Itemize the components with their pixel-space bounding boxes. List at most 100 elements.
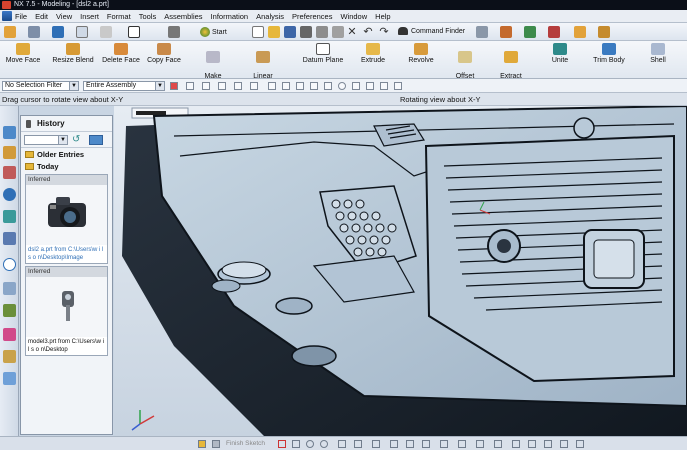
undo-icon[interactable]: ↶ <box>362 26 374 38</box>
history-group-older[interactable]: Older Entries <box>21 148 112 160</box>
delete-face-button[interactable]: Delete Face <box>100 43 142 65</box>
point-on-face-icon[interactable] <box>394 82 402 90</box>
part-icon[interactable] <box>548 26 560 38</box>
move-face-button[interactable]: Move Face <box>4 43 42 65</box>
menu-help[interactable]: Help <box>375 12 390 21</box>
trim-body-button[interactable]: Trim Body <box>590 43 628 65</box>
extrude-button[interactable]: Extrude <box>356 43 390 65</box>
rectangle-icon[interactable] <box>372 440 380 448</box>
display-icon[interactable] <box>168 26 180 38</box>
part-navigator-icon[interactable] <box>3 166 16 179</box>
arc-icon[interactable] <box>306 440 314 448</box>
delete-icon[interactable]: ✕ <box>346 26 358 38</box>
component-icon[interactable] <box>218 82 226 90</box>
copy-icon[interactable] <box>316 26 328 38</box>
mirror-curve-icon[interactable] <box>512 440 520 448</box>
ellipse-icon[interactable] <box>422 440 430 448</box>
point-icon[interactable] <box>268 82 276 90</box>
selection-scope-dropdown[interactable]: Entire Assembly ▼ <box>83 81 165 91</box>
menu-tools[interactable]: Tools <box>139 12 157 21</box>
cut-icon[interactable] <box>300 26 312 38</box>
refresh-icon[interactable]: ↺ <box>72 135 84 145</box>
constraint-navigator-icon[interactable] <box>3 146 16 159</box>
body-icon[interactable] <box>234 82 242 90</box>
fillet-icon[interactable] <box>338 440 346 448</box>
drafting-icon[interactable] <box>598 26 610 38</box>
datum-plane-button[interactable]: Datum Plane <box>300 43 346 65</box>
arc-center-icon[interactable] <box>338 82 346 90</box>
sketch-icon[interactable] <box>198 440 206 448</box>
menu-assemblies[interactable]: Assemblies <box>164 12 202 21</box>
system-scenes-icon[interactable] <box>3 372 16 385</box>
point-on-curve-icon[interactable] <box>380 82 388 90</box>
line-icon[interactable] <box>292 440 300 448</box>
system-materials-icon[interactable] <box>3 282 16 295</box>
web-browser-icon[interactable] <box>3 232 16 245</box>
unite-button[interactable]: Unite <box>546 43 574 65</box>
profile-icon[interactable] <box>278 440 286 448</box>
role-icon[interactable] <box>500 26 512 38</box>
offset-curve-icon[interactable] <box>440 440 448 448</box>
hd3d-tools-icon[interactable] <box>3 210 16 223</box>
shape-icon[interactable] <box>28 26 40 38</box>
redo-icon[interactable]: ↷ <box>378 26 390 38</box>
existing-point-icon[interactable] <box>366 82 374 90</box>
chamfer-icon[interactable] <box>354 440 362 448</box>
revolve-button[interactable]: Revolve <box>404 43 438 65</box>
select-icon[interactable] <box>476 26 488 38</box>
folder-icon[interactable] <box>574 26 586 38</box>
history-entry[interactable]: Inferred dsl2 a.prt from C:\Users\w i l … <box>25 174 108 264</box>
sketch-settings-icon[interactable] <box>560 440 568 448</box>
manufacturing-wizards-icon[interactable] <box>3 328 16 341</box>
command-finder-button[interactable]: Command Finder <box>398 27 465 35</box>
history-filter-dropdown[interactable]: ▼ <box>24 135 68 145</box>
circle-icon[interactable] <box>320 440 328 448</box>
menu-information[interactable]: Information <box>211 12 249 21</box>
polygon-icon[interactable] <box>390 440 398 448</box>
view-mode-icon[interactable] <box>89 135 103 145</box>
history-icon[interactable] <box>3 258 16 271</box>
layer-icon[interactable] <box>128 26 140 38</box>
save-icon[interactable] <box>284 26 296 38</box>
render-icon[interactable] <box>100 26 112 38</box>
menu-preferences[interactable]: Preferences <box>292 12 332 21</box>
filter-icon[interactable] <box>186 82 194 90</box>
menu-insert[interactable]: Insert <box>80 12 99 21</box>
start-button[interactable]: Start <box>200 27 227 37</box>
quick-trim-icon[interactable] <box>458 440 466 448</box>
shell-button[interactable]: Shell <box>644 43 672 65</box>
endpoint-icon[interactable] <box>282 82 290 90</box>
pick-icon[interactable] <box>202 82 210 90</box>
make-corner-icon[interactable] <box>494 440 502 448</box>
selection-filter-dropdown[interactable]: No Selection Filter ▼ <box>2 81 79 91</box>
studio-spline-icon[interactable] <box>406 440 414 448</box>
menu-edit[interactable]: Edit <box>35 12 48 21</box>
finish-sketch-icon[interactable] <box>212 440 220 448</box>
history-entry[interactable]: Inferred model3.prt from C:\Users\w i l … <box>25 266 108 356</box>
view-icon[interactable] <box>76 26 88 38</box>
resize-blend-button[interactable]: Resize Blend <box>50 43 96 65</box>
tree-icon[interactable] <box>524 26 536 38</box>
midpoint-icon[interactable] <box>296 82 304 90</box>
menu-format[interactable]: Format <box>107 12 131 21</box>
control-point-icon[interactable] <box>310 82 318 90</box>
tool-icon[interactable] <box>4 26 16 38</box>
copy-face-button[interactable]: Copy Face <box>144 43 184 65</box>
open-icon[interactable] <box>268 26 280 38</box>
reuse-library-icon[interactable] <box>3 188 16 201</box>
quick-extend-icon[interactable] <box>476 440 484 448</box>
menu-window[interactable]: Window <box>340 12 367 21</box>
face-icon[interactable] <box>250 82 258 90</box>
intersection-icon[interactable] <box>324 82 332 90</box>
nx-app-icon[interactable] <box>2 11 12 21</box>
menu-file[interactable]: File <box>15 12 27 21</box>
sketch-orientation-icon[interactable] <box>576 440 584 448</box>
dimension-icon[interactable] <box>544 440 552 448</box>
constraints-icon[interactable] <box>528 440 536 448</box>
new-icon[interactable] <box>252 26 264 38</box>
process-studio-icon[interactable] <box>3 304 16 317</box>
pin-icon[interactable] <box>26 120 31 128</box>
assembly-navigator-icon[interactable] <box>3 126 16 139</box>
cube-icon[interactable] <box>52 26 64 38</box>
graphics-window[interactable] <box>114 106 687 436</box>
